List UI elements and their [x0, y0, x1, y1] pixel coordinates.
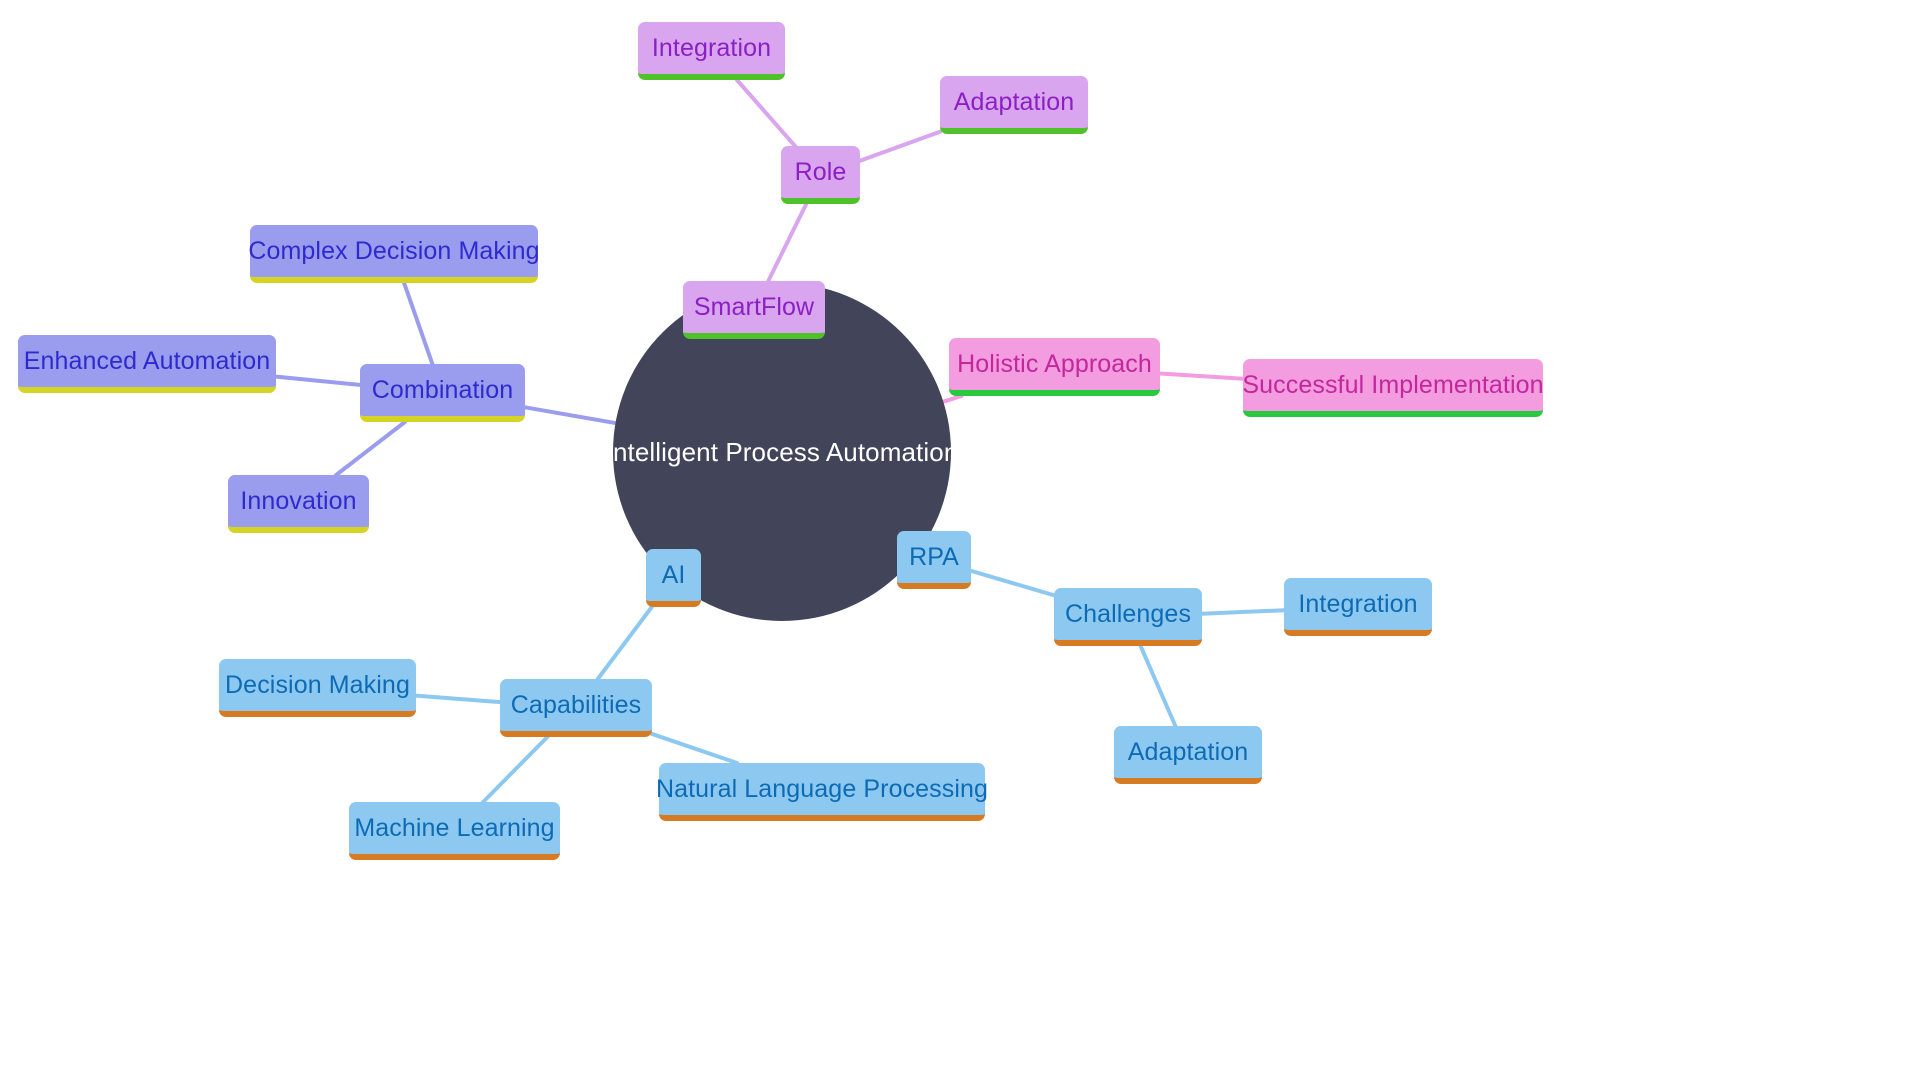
node-label-holistic: Holistic Approach [957, 349, 1152, 378]
node-machine-learning[interactable]: Machine Learning [349, 802, 560, 860]
edge-role-to-adaptation-role [858, 129, 942, 163]
node-role[interactable]: Role [781, 146, 860, 204]
edge-combination-to-enhanced [274, 374, 362, 387]
node-label-innovation: Innovation [240, 486, 357, 515]
node-label-challenges: Challenges [1064, 599, 1192, 628]
node-label-integration-role: Integration [651, 33, 772, 62]
node-combination[interactable]: Combination [360, 364, 525, 422]
node-label-nlp: Natural Language Processing [655, 774, 989, 803]
node-smartflow[interactable]: SmartFlow [683, 281, 825, 339]
edge-rpa-to-challenges [969, 568, 1056, 598]
node-rpa[interactable]: RPA [897, 531, 971, 589]
edge-capabilities-to-decision-making [414, 693, 502, 705]
mindmap-canvas: Intelligent Process Automation SmartFlow R… [0, 0, 1920, 1080]
edge-challenges-to-integration-ch [1200, 608, 1286, 616]
node-enhanced[interactable]: Enhanced Automation [18, 335, 276, 393]
node-decision-making[interactable]: Decision Making [219, 659, 416, 717]
node-label-adaptation-ch: Adaptation [1127, 737, 1249, 766]
edge-capabilities-to-nlp [650, 731, 740, 765]
node-nlp[interactable]: Natural Language Processing [655, 763, 989, 821]
edge-holistic-to-successful [1158, 371, 1245, 381]
node-integration-role[interactable]: Integration [638, 22, 785, 80]
node-label-adaptation-role: Adaptation [953, 87, 1075, 116]
node-integration-ch[interactable]: Integration [1284, 578, 1432, 636]
node-complex-dm[interactable]: Complex Decision Making [248, 225, 540, 283]
node-label-enhanced: Enhanced Automation [23, 346, 271, 375]
edge-smartflow-to-role [766, 202, 809, 283]
edge-root-to-combination [523, 405, 618, 426]
node-label-ai: AI [661, 560, 686, 589]
node-label-capabilities: Capabilities [510, 690, 642, 719]
node-label-role: Role [794, 157, 847, 186]
edge-capabilities-to-machine-learning [481, 735, 550, 804]
node-label-successful: Successful Implementation [1242, 370, 1544, 399]
node-successful[interactable]: Successful Implementation [1242, 359, 1544, 417]
node-label-decision-making: Decision Making [225, 670, 410, 699]
node-label-complex-dm: Complex Decision Making [248, 236, 540, 265]
node-label-smartflow: SmartFlow [693, 292, 815, 321]
edge-combination-to-complex-dm [402, 281, 435, 366]
node-adaptation-ch[interactable]: Adaptation [1114, 726, 1262, 784]
edge-ai-to-capabilities [595, 605, 654, 681]
node-label-integration-ch: Integration [1298, 589, 1418, 618]
node-capabilities[interactable]: Capabilities [500, 679, 652, 737]
edge-role-to-integration-role [734, 78, 798, 148]
edge-challenges-to-adaptation-ch [1138, 644, 1178, 728]
node-label-machine-learning: Machine Learning [354, 813, 555, 842]
node-ai[interactable]: AI [646, 549, 701, 607]
node-label-rpa: RPA [909, 542, 959, 571]
node-challenges[interactable]: Challenges [1054, 588, 1202, 646]
node-holistic[interactable]: Holistic Approach [949, 338, 1160, 396]
root-node-label: Intelligent Process Automation [605, 437, 959, 467]
node-innovation[interactable]: Innovation [228, 475, 369, 533]
edge-combination-to-innovation [334, 420, 407, 477]
node-adaptation-role[interactable]: Adaptation [940, 76, 1088, 134]
node-label-combination: Combination [371, 375, 514, 404]
edge-root-to-holistic [941, 394, 964, 404]
